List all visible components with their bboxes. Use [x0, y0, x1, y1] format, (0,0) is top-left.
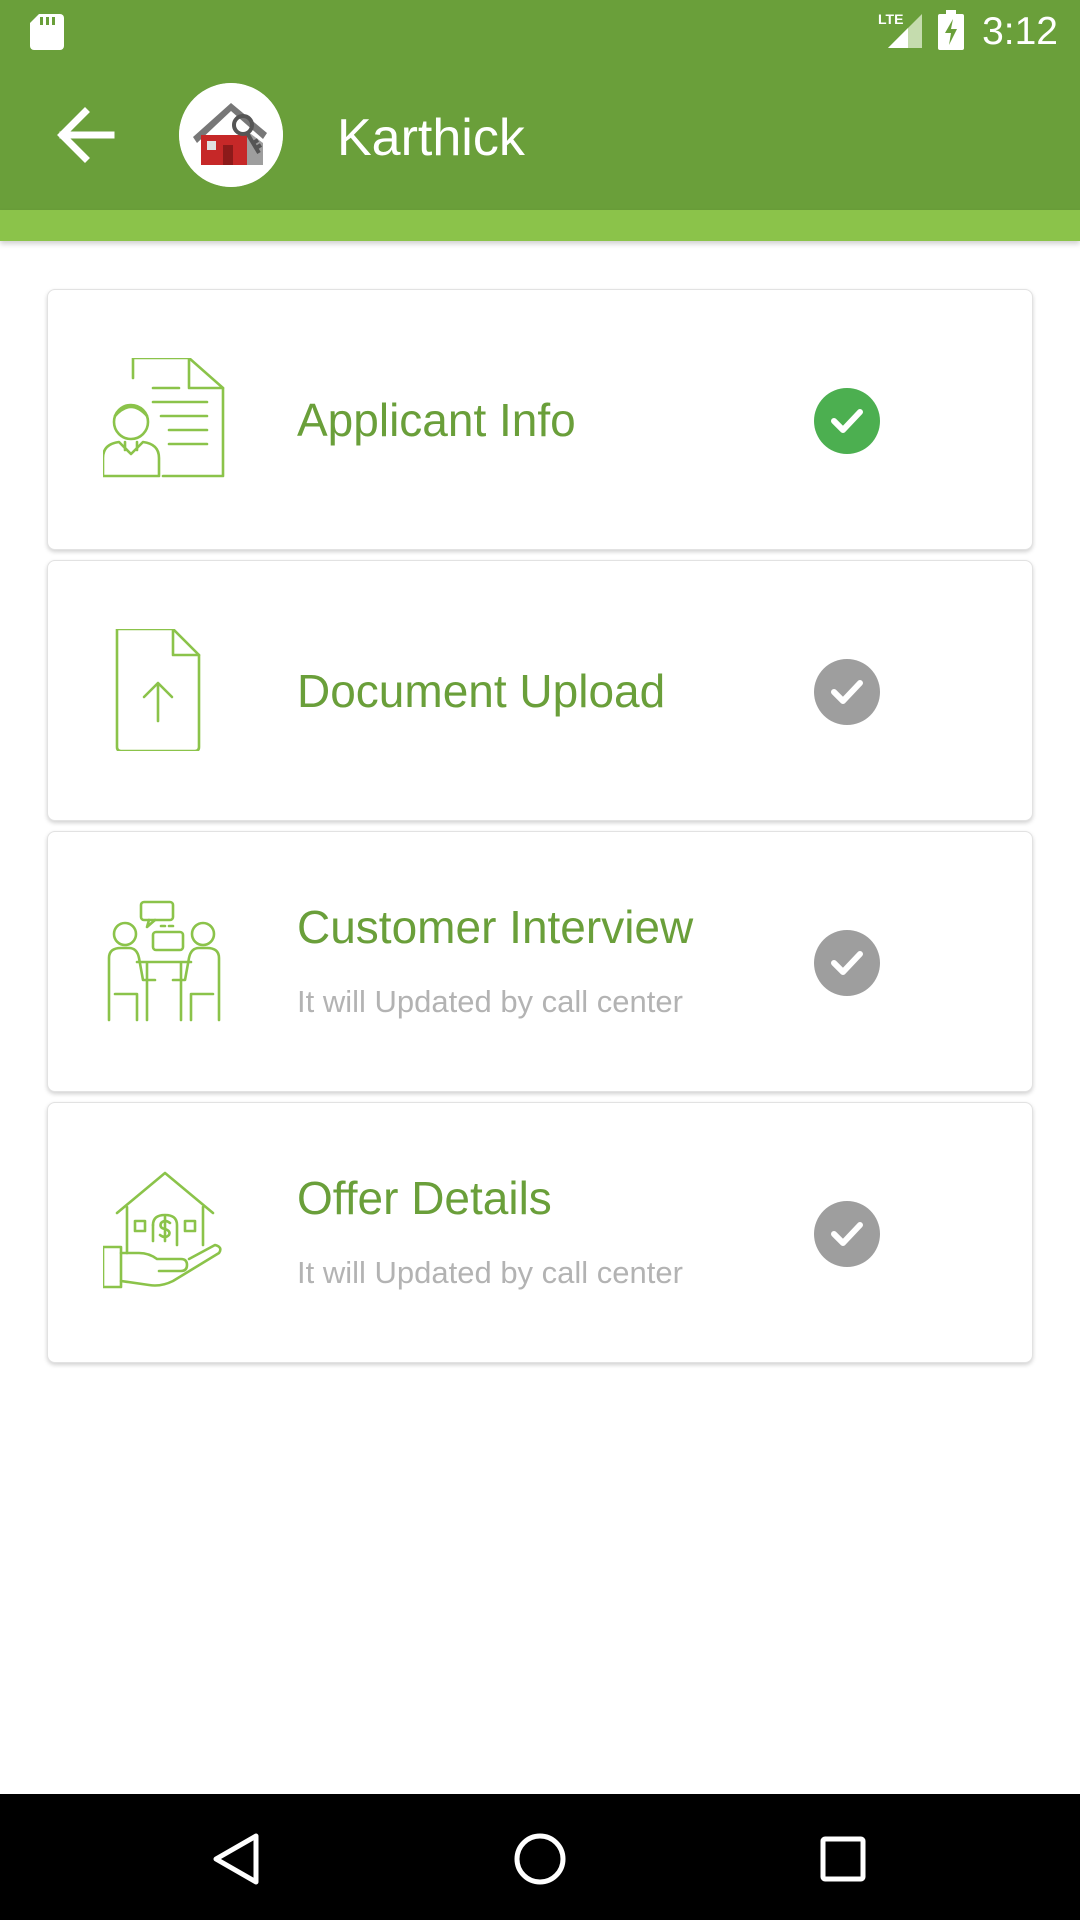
step-list: Applicant Info Document Upload Customer …: [47, 289, 1033, 1373]
step-card-document-upload[interactable]: Document Upload: [47, 560, 1033, 821]
step-subtitle: It will Updated by call center: [297, 984, 683, 1019]
step-card-offer-details[interactable]: Offer Details It will Updated by call ce…: [47, 1102, 1033, 1363]
status-check-pending: [814, 1201, 880, 1267]
step-title: Customer Interview: [297, 901, 694, 953]
clock: 3:12: [982, 10, 1058, 53]
check-icon: [831, 951, 863, 975]
file-upload-icon: [103, 627, 225, 753]
back-button[interactable]: [48, 98, 122, 172]
arrow-left-icon: [57, 107, 115, 163]
sd-card-icon: [30, 14, 64, 55]
house-offer-icon: [101, 1171, 225, 1293]
interview-icon: [103, 900, 225, 1022]
battery-charging-icon: [938, 9, 965, 55]
check-icon: [831, 680, 863, 704]
step-title: Applicant Info: [297, 394, 576, 446]
avatar[interactable]: [179, 83, 283, 187]
step-title: Document Upload: [297, 665, 666, 717]
check-icon: [831, 409, 863, 433]
check-icon: [831, 1222, 863, 1246]
nav-home-icon: [514, 1833, 566, 1885]
step-subtitle: It will Updated by call center: [297, 1255, 683, 1290]
status-check-pending: [814, 659, 880, 725]
status-check-done: [814, 388, 880, 454]
step-title: Offer Details: [297, 1172, 552, 1224]
toolbar-accent-strip: [0, 210, 1080, 241]
status-check-pending: [814, 930, 880, 996]
nav-recents-icon: [820, 1836, 866, 1882]
nav-recents-button[interactable]: [798, 1814, 888, 1904]
toolbar: Karthick: [0, 64, 1080, 210]
page-title: Karthick: [337, 109, 525, 167]
nav-home-button[interactable]: [495, 1814, 585, 1904]
nav-back-button[interactable]: [191, 1814, 281, 1904]
lte-signal-icon: LTE: [878, 10, 923, 55]
nav-back-icon: [213, 1833, 259, 1885]
status-bar: LTE 3:12: [0, 0, 1080, 64]
step-card-customer-interview[interactable]: Customer Interview It will Updated by ca…: [47, 831, 1033, 1092]
step-card-applicant-info[interactable]: Applicant Info: [47, 289, 1033, 550]
lte-label: LTE: [878, 11, 903, 27]
applicant-document-icon: [101, 356, 225, 480]
status-indicators: LTE 3:12: [878, 8, 1058, 56]
house-key-icon: [179, 83, 283, 187]
system-nav-bar: [0, 1794, 1080, 1920]
